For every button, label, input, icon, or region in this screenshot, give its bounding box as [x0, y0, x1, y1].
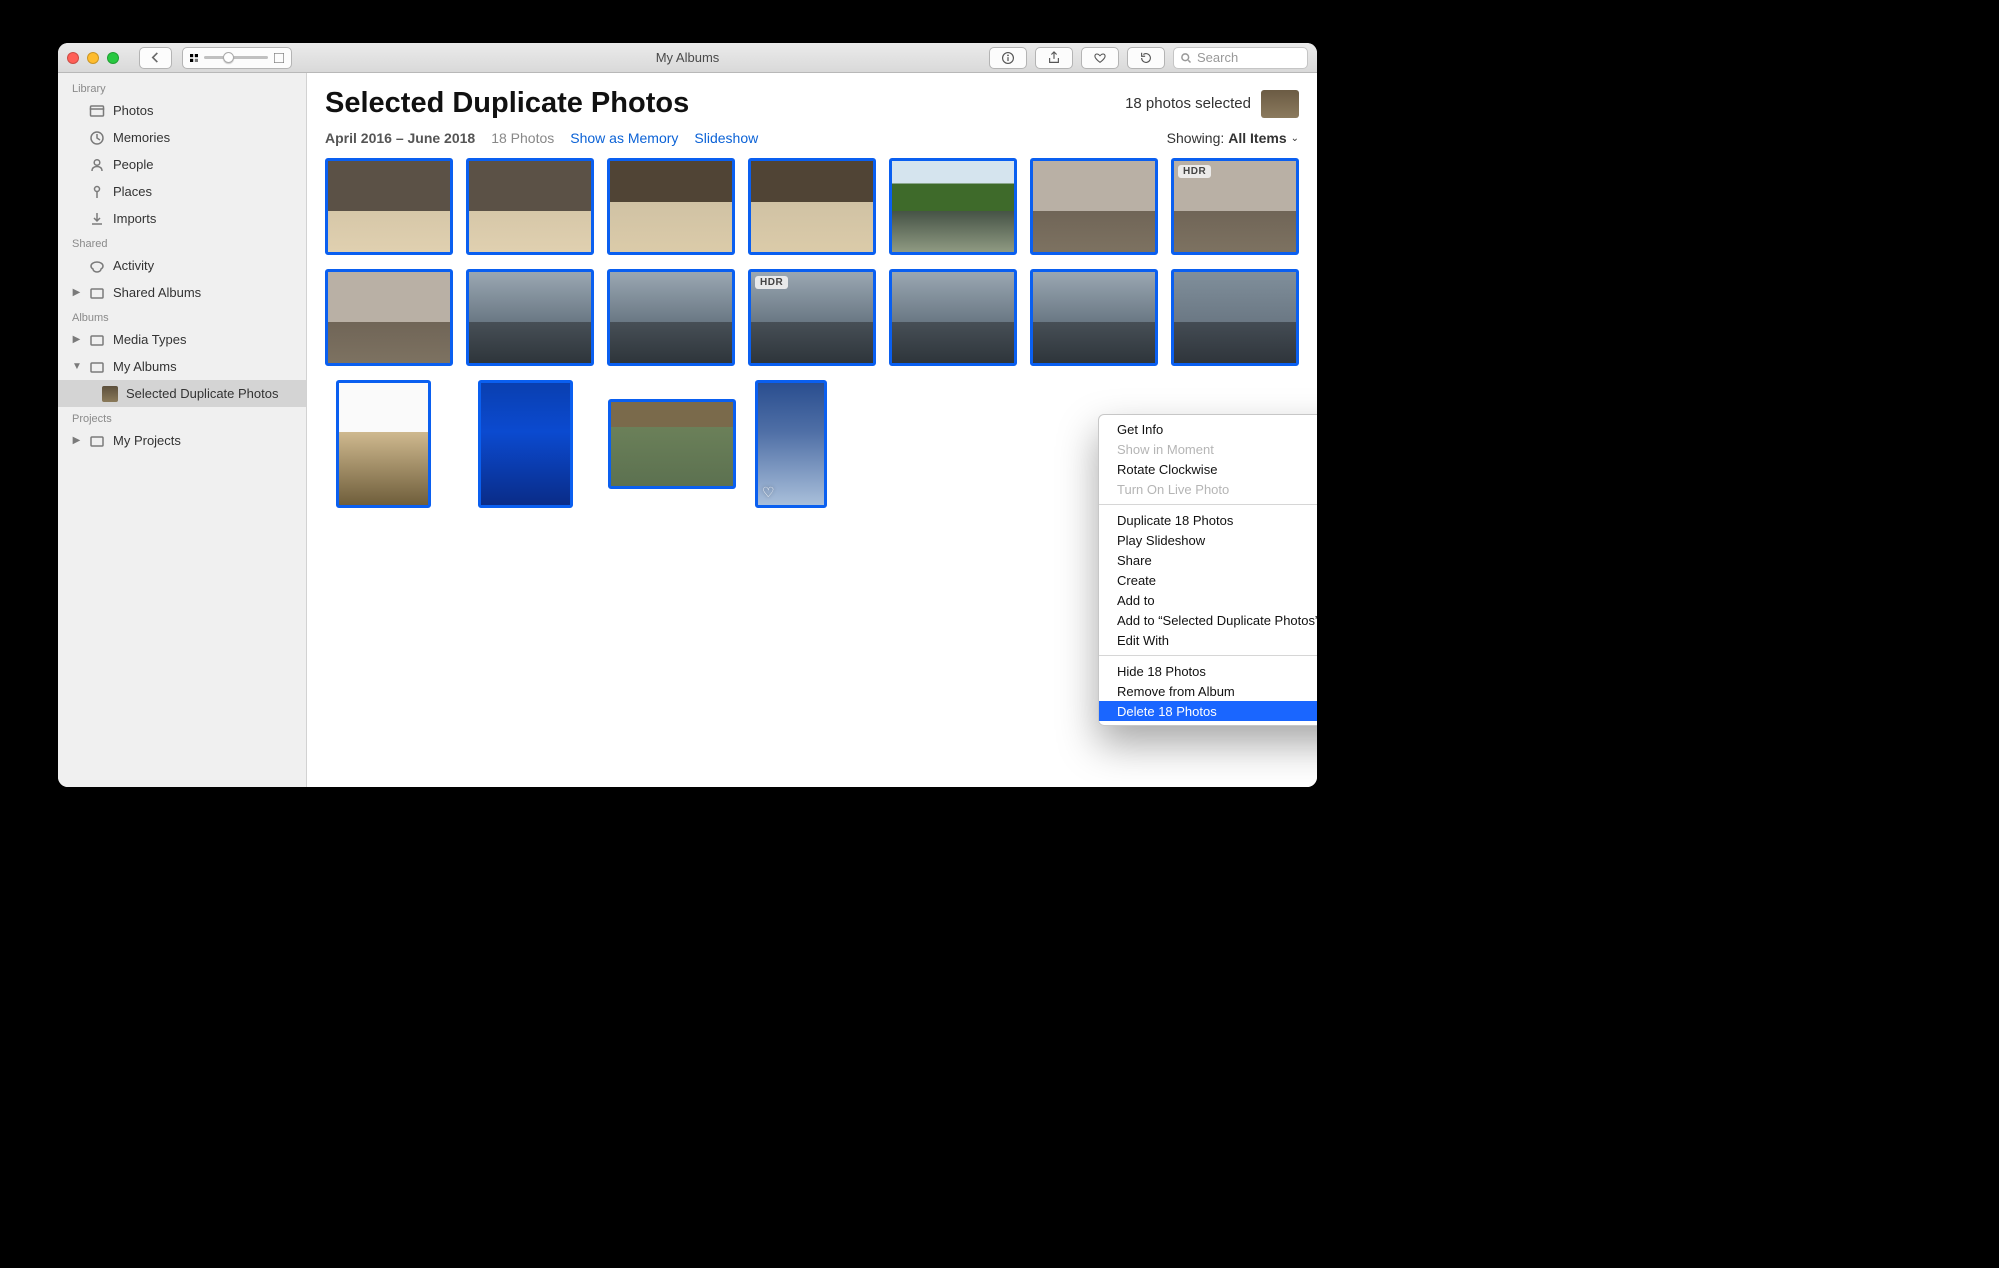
menu-add-to[interactable]: Add to▶: [1099, 590, 1317, 610]
grid-large-icon: [274, 53, 284, 63]
thumbnail-size-slider[interactable]: [182, 47, 292, 69]
search-icon: [1180, 52, 1192, 64]
window-controls: [67, 52, 119, 64]
menu-add-to-album[interactable]: Add to “Selected Duplicate Photos”: [1099, 610, 1317, 630]
sidebar-label: Activity: [113, 258, 154, 273]
photo-thumb[interactable]: [607, 158, 735, 255]
sidebar-label: Imports: [113, 211, 156, 226]
sidebar-label: Shared Albums: [113, 285, 201, 300]
menu-play-slideshow[interactable]: Play Slideshow: [1099, 530, 1317, 550]
sidebar-section-projects: Projects: [58, 407, 306, 427]
selection-count: 18 photos selected: [1125, 95, 1251, 112]
sidebar-item-people[interactable]: People: [58, 151, 306, 178]
photo-count: 18 Photos: [491, 130, 554, 146]
sidebar-label: Selected Duplicate Photos: [126, 386, 278, 401]
date-range: April 2016 – June 2018: [325, 130, 475, 146]
photo-thumb[interactable]: [1030, 158, 1158, 255]
menu-turn-on-live-photo: Turn On Live Photo: [1099, 479, 1317, 499]
close-window-button[interactable]: [67, 52, 79, 64]
photo-thumb[interactable]: [466, 158, 594, 255]
photo-thumb[interactable]: [336, 380, 431, 508]
sidebar-label: Photos: [113, 103, 153, 118]
photos-app-window: My Albums Search Library Photos: [58, 43, 1317, 787]
photo-thumb[interactable]: ♡: [755, 380, 827, 508]
showing-label: Showing:: [1167, 130, 1225, 146]
sidebar-label: My Projects: [113, 433, 181, 448]
hdr-badge: HDR: [1178, 165, 1211, 178]
photo-thumb[interactable]: [325, 158, 453, 255]
photo-thumb[interactable]: [607, 269, 735, 366]
menu-delete[interactable]: Delete 18 Photos: [1099, 701, 1317, 721]
sidebar-item-activity[interactable]: Activity: [58, 252, 306, 279]
favorite-button[interactable]: [1081, 47, 1119, 69]
photo-thumb[interactable]: [478, 380, 573, 508]
photo-thumb[interactable]: HDR: [748, 269, 876, 366]
search-field[interactable]: Search: [1173, 47, 1308, 69]
sidebar-item-imports[interactable]: Imports: [58, 205, 306, 232]
show-as-memory-link[interactable]: Show as Memory: [570, 130, 678, 146]
photo-thumb[interactable]: [1171, 269, 1299, 366]
window-title: My Albums: [656, 50, 720, 65]
photo-thumb[interactable]: [889, 158, 1017, 255]
sidebar-label: Media Types: [113, 332, 186, 347]
photo-thumb[interactable]: [889, 269, 1017, 366]
heart-icon: ♡: [762, 484, 775, 501]
zoom-window-button[interactable]: [107, 52, 119, 64]
photo-thumb[interactable]: [608, 399, 736, 489]
context-menu: Get Info Show in Moment Rotate Clockwise…: [1098, 414, 1317, 726]
main-content: Selected Duplicate Photos 18 photos sele…: [307, 73, 1317, 787]
sidebar-item-selected-duplicate-photos[interactable]: Selected Duplicate Photos: [58, 380, 306, 407]
back-button[interactable]: [139, 47, 172, 69]
photo-thumb[interactable]: [466, 269, 594, 366]
sidebar-label: People: [113, 157, 153, 172]
photo-thumb[interactable]: [748, 158, 876, 255]
menu-edit-with[interactable]: Edit With▶: [1099, 630, 1317, 650]
sidebar-section-library: Library: [58, 77, 306, 97]
sidebar-item-my-albums[interactable]: ▼My Albums: [58, 353, 306, 380]
share-button[interactable]: [1035, 47, 1073, 69]
minimize-window-button[interactable]: [87, 52, 99, 64]
sidebar-label: Memories: [113, 130, 170, 145]
sidebar-section-albums: Albums: [58, 306, 306, 326]
photo-thumb[interactable]: HDR: [1171, 158, 1299, 255]
album-title: Selected Duplicate Photos: [325, 87, 689, 120]
menu-show-in-moment: Show in Moment: [1099, 439, 1317, 459]
photo-thumb[interactable]: [325, 269, 453, 366]
sidebar-item-memories[interactable]: Memories: [58, 124, 306, 151]
sidebar-item-my-projects[interactable]: ▶My Projects: [58, 427, 306, 454]
sidebar-item-shared-albums[interactable]: ▶Shared Albums: [58, 279, 306, 306]
sidebar-label: My Albums: [113, 359, 177, 374]
key-photo-thumbnail[interactable]: [1261, 90, 1299, 118]
sidebar-section-shared: Shared: [58, 232, 306, 252]
menu-create[interactable]: Create▶: [1099, 570, 1317, 590]
slideshow-link[interactable]: Slideshow: [694, 130, 758, 146]
search-placeholder: Search: [1197, 50, 1238, 65]
menu-hide[interactable]: Hide 18 Photos: [1099, 661, 1317, 681]
titlebar: My Albums Search: [58, 43, 1317, 73]
menu-share[interactable]: Share▶: [1099, 550, 1317, 570]
grid-small-icon: [190, 54, 198, 62]
menu-rotate-clockwise[interactable]: Rotate Clockwise: [1099, 459, 1317, 479]
sidebar-label: Places: [113, 184, 152, 199]
hdr-badge: HDR: [755, 276, 788, 289]
rotate-button[interactable]: [1127, 47, 1165, 69]
menu-duplicate[interactable]: Duplicate 18 Photos: [1099, 510, 1317, 530]
sidebar-item-media-types[interactable]: ▶Media Types: [58, 326, 306, 353]
sidebar-item-places[interactable]: Places: [58, 178, 306, 205]
sidebar: Library Photos Memories People Places Im…: [58, 73, 307, 787]
menu-get-info[interactable]: Get Info: [1099, 419, 1317, 439]
showing-value[interactable]: All Items: [1228, 130, 1286, 146]
menu-remove-from-album[interactable]: Remove from Album: [1099, 681, 1317, 701]
photo-thumb[interactable]: [1030, 269, 1158, 366]
sidebar-item-photos[interactable]: Photos: [58, 97, 306, 124]
chevron-down-icon: ⌄: [1291, 133, 1299, 144]
info-button[interactable]: [989, 47, 1027, 69]
